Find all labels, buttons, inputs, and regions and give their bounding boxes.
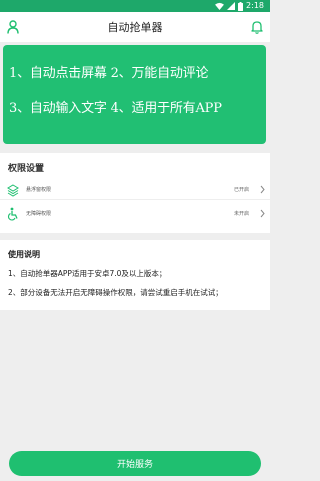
wifi-icon	[215, 2, 224, 10]
status-time: 2:18	[246, 1, 264, 10]
permission-row-accessibility[interactable]: 无障碍权限 未开启	[0, 205, 270, 225]
divider	[0, 199, 270, 200]
feature-banner: 1、自动点击屏幕 2、万能自动评论 3、自动输入文字 4、适用于所有APP	[3, 45, 266, 144]
permissions-title: 权限设置	[8, 164, 45, 174]
status-bar: 2:18	[0, 0, 270, 12]
banner-line-2: 3、自动输入文字 4、适用于所有APP	[9, 101, 222, 116]
usage-item: 1、自动抢单器APP适用于安卓7.0及以上版本；	[8, 269, 167, 278]
permission-row-overlay[interactable]: 悬浮窗权限 已开启	[0, 181, 270, 201]
app-bar: 自动抢单器	[0, 12, 270, 42]
layers-icon	[7, 184, 19, 197]
accessibility-icon	[7, 207, 18, 221]
chevron-right-icon	[260, 185, 265, 194]
signal-icon	[227, 2, 236, 10]
usage-title: 使用说明	[8, 250, 40, 259]
battery-icon	[238, 1, 244, 11]
permission-status: 未开启	[233, 211, 249, 217]
status-icons: 2:18	[215, 0, 264, 12]
permission-label: 无障碍权限	[26, 211, 52, 217]
chevron-right-icon	[260, 209, 265, 218]
start-service-button[interactable]: 开始服务	[9, 451, 261, 476]
banner-line-1: 1、自动点击屏幕 2、万能自动评论	[9, 66, 209, 81]
page-title: 自动抢单器	[107, 21, 163, 34]
permission-status: 已开启	[233, 187, 249, 193]
bell-icon[interactable]	[251, 20, 263, 34]
profile-icon[interactable]	[7, 20, 19, 34]
usage-item: 2、部分设备无法开启无障碍操作权限，请尝试重启手机在试试；	[8, 288, 223, 297]
permission-label: 悬浮窗权限	[26, 187, 52, 193]
usage-card: 使用说明 1、自动抢单器APP适用于安卓7.0及以上版本； 2、部分设备无法开启…	[0, 240, 270, 310]
permissions-card: 权限设置 悬浮窗权限 已开启 无障碍权限 未开启	[0, 153, 270, 233]
